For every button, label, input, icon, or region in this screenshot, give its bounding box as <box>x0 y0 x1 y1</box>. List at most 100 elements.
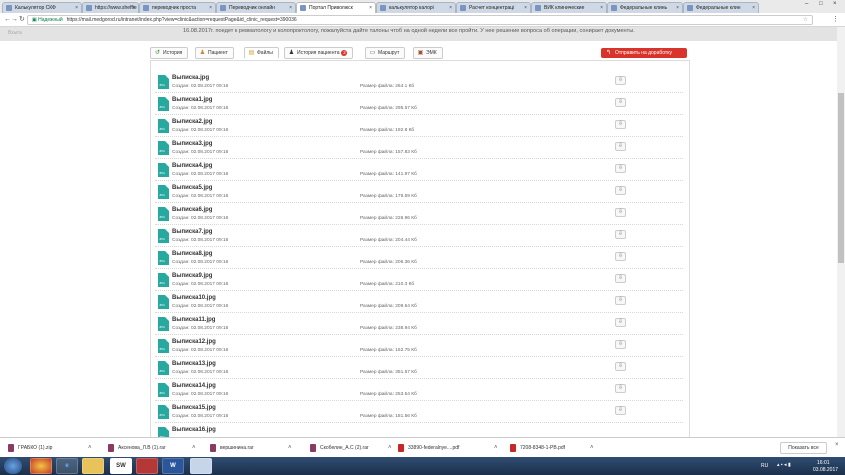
word-icon[interactable]: W <box>162 458 184 474</box>
image-file-icon[interactable]: JPG <box>158 229 169 243</box>
chevron-up-icon[interactable]: ˄ <box>590 442 594 454</box>
tab-files[interactable]: ▤ Файлы <box>244 47 279 59</box>
close-icon[interactable]: × <box>835 442 839 448</box>
tab-6[interactable]: Расчет концентраці × <box>456 2 531 13</box>
tab-history[interactable]: ↺ История <box>150 47 189 59</box>
image-file-icon[interactable]: JPG <box>158 427 169 437</box>
ie-icon[interactable]: e <box>56 458 78 474</box>
image-file-icon[interactable]: JPG <box>158 383 169 397</box>
close-icon[interactable]: × <box>209 3 212 13</box>
image-file-icon[interactable]: JPG <box>158 141 169 155</box>
tab-5[interactable]: калькулятор калорі × <box>376 2 456 13</box>
download-icon[interactable]: ⇩ <box>615 274 626 283</box>
tab-4[interactable]: Портал Приволжск × <box>296 2 376 13</box>
scrollbar-thumb[interactable] <box>838 93 844 263</box>
close-icon[interactable]: × <box>75 3 78 13</box>
file-name-link[interactable]: Выписка6.jpg <box>172 207 212 213</box>
abbyy-icon[interactable]: SW <box>110 458 132 474</box>
image-file-icon[interactable]: JPG <box>158 207 169 221</box>
image-file-icon[interactable]: JPG <box>158 185 169 199</box>
close-icon[interactable]: × <box>449 3 452 13</box>
file-name-link[interactable]: Выписка3.jpg <box>172 141 212 147</box>
file-name-link[interactable]: Выписка12.jpg <box>172 339 216 345</box>
image-file-icon[interactable]: JPG <box>158 405 169 419</box>
close-icon[interactable]: × <box>524 3 527 13</box>
tab-3[interactable]: Переводчик онлайн × <box>216 2 296 13</box>
chevron-up-icon[interactable]: ˄ <box>388 442 392 454</box>
chevron-up-icon[interactable]: ˄ <box>288 442 292 454</box>
close-icon[interactable]: × <box>369 3 372 13</box>
download-icon[interactable]: ⇩ <box>615 406 626 415</box>
tab-route[interactable]: ▭ Маршрут <box>365 47 406 59</box>
download-item[interactable]: 33890-federalnye....pdf ˄ <box>398 442 498 454</box>
download-icon[interactable]: ⇩ <box>615 252 626 261</box>
star-icon[interactable]: ☆ <box>803 16 808 24</box>
close-icon[interactable]: × <box>752 3 755 13</box>
close-icon[interactable]: × <box>289 3 292 13</box>
image-file-icon[interactable]: JPG <box>158 339 169 353</box>
download-icon[interactable]: ⇩ <box>615 340 626 349</box>
tab-emk[interactable]: ▣ ЭМК <box>413 47 443 59</box>
back-icon[interactable]: ← <box>4 15 11 24</box>
file-name-link[interactable]: Выписка5.jpg <box>172 185 212 191</box>
image-file-icon[interactable]: JPG <box>158 251 169 265</box>
chevron-up-icon[interactable]: ˄ <box>88 442 92 454</box>
download-icon[interactable]: ⇩ <box>615 120 626 129</box>
file-name-link[interactable]: Выписка1.jpg <box>172 97 212 103</box>
menu-icon[interactable]: ⋮ <box>832 15 839 23</box>
download-icon[interactable]: ⇩ <box>615 76 626 85</box>
tab-2[interactable]: переводчик проста × <box>139 2 216 13</box>
tab-7[interactable]: ВИК клинические × <box>531 2 607 13</box>
download-icon[interactable]: ⇩ <box>615 98 626 107</box>
url-input[interactable]: ▣ Надежный https://mail.medgorod.ru/intra… <box>27 15 813 25</box>
image-file-icon[interactable]: JPG <box>158 295 169 309</box>
tab-0[interactable]: Калькулятор СКФ × <box>2 2 82 13</box>
download-item[interactable]: Скобелин_А.С (2).rar ˄ <box>310 442 392 454</box>
page-scrollbar[interactable] <box>837 27 845 437</box>
file-name-link[interactable]: Выписка.jpg <box>172 75 209 81</box>
image-file-icon[interactable]: JPG <box>158 97 169 111</box>
file-name-link[interactable]: Выписка16.jpg <box>172 427 216 433</box>
download-icon[interactable]: ⇩ <box>615 142 626 151</box>
file-name-link[interactable]: Выписка13.jpg <box>172 361 216 367</box>
download-icon[interactable]: ⇩ <box>615 230 626 239</box>
file-name-link[interactable]: Выписка2.jpg <box>172 119 212 125</box>
image-file-icon[interactable]: JPG <box>158 317 169 331</box>
forward-icon[interactable]: → <box>11 15 18 24</box>
tray-icons[interactable]: ▴ ▪ ◂ ▮ <box>777 462 791 468</box>
chevron-up-icon[interactable]: ˄ <box>494 442 498 454</box>
close-icon[interactable]: × <box>600 3 603 13</box>
app-icon[interactable] <box>190 458 212 474</box>
tab-1[interactable]: https://www.sheffie × <box>82 2 139 13</box>
clock-time[interactable]: 16:01 <box>817 460 830 466</box>
close-icon[interactable]: × <box>132 3 135 13</box>
file-name-link[interactable]: Выписка4.jpg <box>172 163 212 169</box>
download-icon[interactable]: ⇩ <box>615 296 626 305</box>
chevron-up-icon[interactable]: ˄ <box>192 442 196 454</box>
download-icon[interactable]: ⇩ <box>615 164 626 173</box>
download-item[interactable]: Аксенова_Л.В (1).rar ˄ <box>108 442 196 454</box>
download-icon[interactable]: ⇩ <box>615 384 626 393</box>
tab-patient[interactable]: ♟ Пациент <box>195 47 234 59</box>
start-button-icon[interactable] <box>4 458 22 474</box>
download-icon[interactable]: ⇩ <box>615 186 626 195</box>
clock-date[interactable]: 03.08.2017 <box>813 467 838 473</box>
tab-patient-history[interactable]: ♟ История пациента 2 <box>284 47 354 59</box>
download-icon[interactable]: ⇩ <box>615 318 626 327</box>
minimize-icon[interactable]: – <box>805 0 808 9</box>
close-icon[interactable]: × <box>676 3 679 13</box>
chrome-icon[interactable] <box>30 458 52 474</box>
explorer-icon[interactable] <box>82 458 104 474</box>
close-window-icon[interactable]: × <box>833 0 837 9</box>
download-item[interactable]: вершинина.rar ˄ <box>210 442 292 454</box>
image-file-icon[interactable]: JPG <box>158 163 169 177</box>
file-name-link[interactable]: Выписка9.jpg <box>172 273 212 279</box>
download-item[interactable]: ГРАБКО (1).zip ˄ <box>8 442 92 454</box>
file-name-link[interactable]: Выписка8.jpg <box>172 251 212 257</box>
file-name-link[interactable]: Выписка7.jpg <box>172 229 212 235</box>
tab-9[interactable]: Федеральные клин × <box>683 2 759 13</box>
app-icon[interactable] <box>136 458 158 474</box>
download-icon[interactable]: ⇩ <box>615 208 626 217</box>
tab-8[interactable]: Федеральные клинь × <box>607 2 683 13</box>
show-all-downloads-button[interactable]: Показать все <box>780 442 827 454</box>
